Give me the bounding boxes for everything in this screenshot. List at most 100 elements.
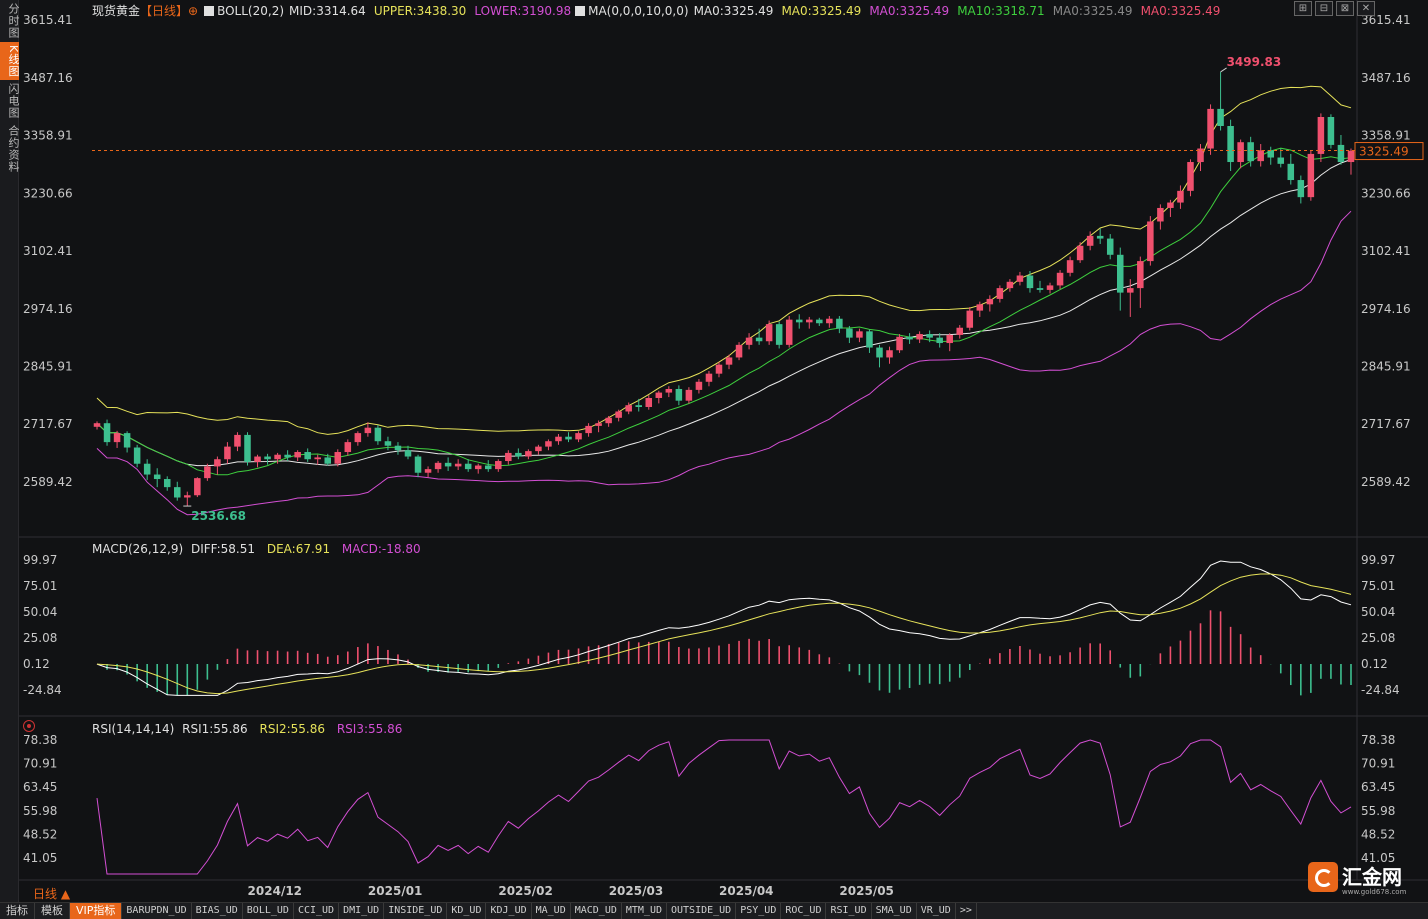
candle-body: [204, 466, 211, 479]
bottom-tab-ma-ud[interactable]: MA_UD: [532, 903, 571, 919]
date-axis-label: 2025/02: [498, 884, 552, 898]
date-axis-label: 2025/03: [609, 884, 663, 898]
bottom-tab-rsi-ud[interactable]: RSI_UD: [826, 903, 872, 919]
bottom-tab-outside-ud[interactable]: OUTSIDE_UD: [667, 903, 737, 919]
rsi-legend: RSI(14,14,14) RSI1:55.86 RSI2:55.86 RSI3…: [92, 722, 402, 736]
bottom-tab-psy-ud[interactable]: PSY_UD: [736, 903, 782, 919]
price-axis-left-label: 3102.41: [23, 244, 73, 258]
candle-body: [1237, 142, 1244, 163]
bottom-tab--[interactable]: 指标: [0, 903, 35, 919]
candle-body: [926, 334, 933, 338]
rsi-line: [96, 739, 1352, 875]
candle-body: [1217, 108, 1224, 127]
candle-body: [103, 423, 111, 443]
candle-body: [294, 452, 301, 458]
macd-axis-right-label: -24.84: [1361, 683, 1400, 697]
macd-axis-left-label: -24.84: [23, 683, 62, 697]
candle-body: [1257, 150, 1264, 162]
price-axis-left-label: 2845.91: [23, 360, 73, 374]
bottom-tab-cci-ud[interactable]: CCI_UD: [294, 903, 340, 919]
bottom-tab-bias-ud[interactable]: BIAS_UD: [192, 903, 243, 919]
candle-body: [605, 417, 612, 424]
view-tab-1[interactable]: K线图: [0, 42, 20, 81]
bottom-tab-boll-ud[interactable]: BOLL_UD: [243, 903, 294, 919]
candle-body: [1016, 275, 1024, 282]
bottom-tab-inside-ud[interactable]: INSIDE_UD: [384, 903, 448, 919]
view-tab-2[interactable]: 闪电图: [0, 80, 20, 122]
macd-axis-right-label: 25.08: [1361, 631, 1395, 645]
bottom-tab-macd-ud[interactable]: MACD_UD: [571, 903, 622, 919]
add-indicator-icon[interactable]: ⊕: [188, 4, 198, 18]
bottom-tab-vip-[interactable]: VIP指标: [70, 903, 123, 919]
checkbox-icon[interactable]: [575, 5, 586, 16]
bottom-tab-mtm-ud[interactable]: MTM_UD: [622, 903, 667, 919]
bottom-tab-vr-ud[interactable]: VR_UD: [917, 903, 956, 919]
close-icon[interactable]: ✕: [1357, 1, 1375, 16]
candle-body: [344, 442, 352, 453]
bottom-tab-sma-ud[interactable]: SMA_UD: [872, 903, 917, 919]
candle-body: [505, 452, 512, 462]
price-axis-right-label: 2845.91: [1361, 360, 1411, 374]
candle-body: [725, 357, 733, 365]
macd-axis-right-label: 50.04: [1361, 605, 1395, 619]
macd-axis-left-label: 0.12: [23, 657, 50, 671]
checkbox-icon[interactable]: [204, 5, 215, 16]
minimize-icon[interactable]: ⊟: [1315, 1, 1333, 16]
boll-lower: LOWER:3190.98: [474, 3, 572, 18]
candle-body: [93, 423, 101, 427]
candle-body: [194, 478, 201, 496]
candle-body: [384, 441, 392, 446]
current-price-label: 3325.49: [1359, 145, 1409, 159]
candle-body: [454, 463, 462, 467]
ma0-c: MA0:3325.49: [869, 3, 950, 18]
bottom-tab-roc-ud[interactable]: ROC_UD: [781, 903, 827, 919]
candle-body: [214, 459, 221, 467]
maximize-icon[interactable]: ⊠: [1336, 1, 1354, 16]
view-tab-0[interactable]: 分时图: [0, 0, 20, 42]
price-axis-right-label: 2717.67: [1361, 417, 1411, 431]
rsi3-value: RSI3:55.86: [336, 722, 403, 736]
candle-body: [585, 425, 592, 434]
candle-body: [1106, 238, 1114, 255]
candle-body: [986, 298, 994, 305]
boll-mid: MID:3314.64: [289, 3, 366, 18]
candle-body: [936, 337, 943, 344]
window-buttons: ⊞ ⊟ ⊠ ✕: [1294, 1, 1375, 16]
date-axis-label: 2025/01: [368, 884, 422, 898]
candle-body: [1157, 207, 1164, 222]
bottom-tab--[interactable]: 模板: [35, 903, 70, 919]
layout-icon[interactable]: ⊞: [1294, 1, 1312, 16]
candle-body: [484, 465, 492, 470]
indicator-toggle-icon[interactable]: [23, 720, 35, 732]
candle-body: [545, 441, 552, 447]
view-tab-3[interactable]: 合约资料: [0, 122, 20, 176]
price-axis-right-label: 3487.16: [1361, 71, 1411, 85]
macd-diff: DIFF:58.51: [190, 542, 256, 556]
macd-axis-right-label: 75.01: [1361, 579, 1395, 593]
candle-body: [856, 331, 863, 338]
candle-body: [525, 451, 532, 457]
candle-body: [474, 465, 482, 470]
candle-body: [876, 347, 883, 358]
period-selector[interactable]: 日线 ▲: [33, 885, 70, 902]
bottom-tab-kd-ud[interactable]: KD_UD: [447, 903, 487, 919]
candle-body: [1127, 288, 1134, 293]
candle-body: [304, 452, 311, 460]
candle-body: [1307, 153, 1315, 198]
macd-diff-line: [96, 560, 1352, 696]
candle-body: [846, 328, 853, 338]
period-tag[interactable]: 【日线】: [140, 2, 188, 19]
candle-body: [1026, 275, 1034, 289]
candle-body: [184, 495, 191, 498]
rsi-label: RSI(14,14,14): [92, 722, 175, 736]
bottom-tab--[interactable]: >>: [956, 903, 977, 919]
bottom-tab-barupdn-ud[interactable]: BARUPDN_UD: [122, 903, 192, 919]
price-axis-right-label: 2974.16: [1361, 302, 1411, 316]
candle-body: [374, 427, 382, 442]
rsi-axis-left-label: 70.91: [23, 757, 57, 771]
candle-body: [1147, 221, 1154, 262]
bottom-tab-kdj-ud[interactable]: KDJ_UD: [486, 903, 532, 919]
chart-canvas[interactable]: 3615.41 3615.413487.16 3487.163358.91 3358.…: [19, 0, 1428, 902]
candle-body: [1076, 245, 1084, 261]
bottom-tab-dmi-ud[interactable]: DMI_UD: [339, 903, 385, 919]
